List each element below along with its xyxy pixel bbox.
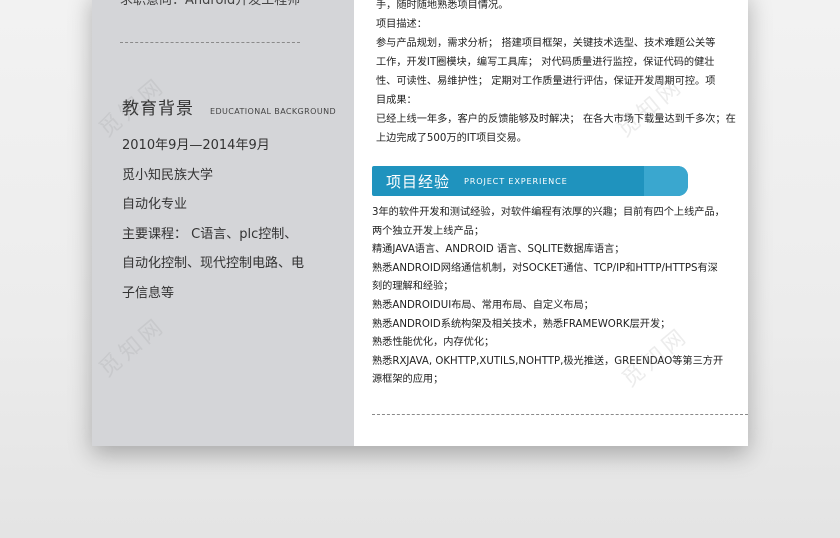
education-item: 主要课程： C语言、plc控制、 [122, 226, 298, 242]
divider-top [120, 42, 300, 43]
header-accent [644, 166, 688, 196]
experience-line: 源框架的应用； [372, 374, 444, 386]
description-line: 工作，开发IT圈模块，编写工具库； 对代码质量进行监控，保证代码的健壮 [376, 57, 715, 68]
education-title-en: EDUCATIONAL BACKGROUND [210, 107, 337, 116]
experience-line: 熟悉性能优化，内存优化； [372, 337, 495, 349]
education-item: 子信息等 [122, 285, 175, 301]
experience-line: 熟悉RXJAVA, OKHTTP,XUTILS,NOHTTP,极光推送，GREE… [372, 355, 724, 367]
experience-line: 刻的理解和经验； [372, 281, 454, 293]
experience-line: 精通JAVA语言、ANDROID 语言、SQLITE数据库语言； [372, 244, 625, 256]
education-item: 自动化控制、现代控制电路、电 [122, 256, 305, 271]
description-line: 已经上线一年多，客户的反馈能够及时解决； 在各大市场下载量达到千多次；在 [376, 114, 736, 125]
education-heading: 教育背景 EDUCATIONAL BACKGROUND [122, 94, 336, 119]
right-panel: 手，随时随地熟悉项目情况。 项目描述： 参与产品规划，需求分析； 搭建项目框架，… [354, 0, 748, 446]
section-title: 项目经验 [386, 172, 451, 191]
section-title-en: PROJECT EXPERIENCE [464, 176, 568, 186]
divider-bottom [372, 414, 748, 415]
description-line: 项目描述： [376, 19, 427, 30]
experience-line: 熟悉ANDROID系统构架及相关技术，熟悉FRAMEWORK层开发； [372, 318, 671, 330]
description-line: 上边完成了500万的IT项目交易。 [376, 133, 527, 144]
job-intent-text: 求职意向：Android开发工程师 [120, 0, 350, 12]
job-intent-label: 求职意向：Android开发工程师 [120, 0, 301, 8]
experience-line: 熟悉ANDROID网络通信机制，对SOCKET通信、TCP/IP和HTTP/HT… [372, 262, 718, 274]
resume-sheet: 求职意向：Android开发工程师 教育背景 EDUCATIONAL BACKG… [92, 0, 748, 446]
description-line: 参与产品规划，需求分析； 搭建项目框架，关键技术选型、技术难题公关等 [376, 38, 716, 49]
left-panel: 求职意向：Android开发工程师 教育背景 EDUCATIONAL BACKG… [92, 0, 354, 446]
education-list: 2010年9月—2014年9月 觅小知民族大学 自动化专业 主要课程： C语言、… [122, 131, 342, 308]
education-title: 教育背景 [122, 99, 194, 119]
education-item: 自动化专业 [122, 197, 188, 212]
project-experience-header: 项目经验 PROJECT EXPERIENCE [372, 166, 688, 196]
experience-line: 熟悉ANDROIDUI布局、常用布局、自定义布局； [372, 299, 594, 311]
experience-line: 3年的软件开发和测试经验，对软件编程有浓厚的兴趣；目前有四个上线产品， [372, 207, 725, 218]
experience-line: 两个独立开发上线产品； [372, 225, 485, 237]
education-item: 觅小知民族大学 [122, 167, 214, 183]
education-item: 2010年9月—2014年9月 [122, 138, 270, 153]
project-description: 手，随时随地熟悉项目情况。 项目描述： 参与产品规划，需求分析； 搭建项目框架，… [376, 0, 748, 148]
description-line: 性、可读性、易维护性； 定期对工作质量进行评估，保证开发周期可控。项 [376, 76, 716, 87]
description-line: 手，随时随地熟悉项目情况。 [376, 0, 509, 11]
description-line: 目成果： [376, 95, 417, 106]
project-experience-list: 3年的软件开发和测试经验，对软件编程有浓厚的兴趣；目前有四个上线产品， 两个独立… [372, 204, 748, 390]
